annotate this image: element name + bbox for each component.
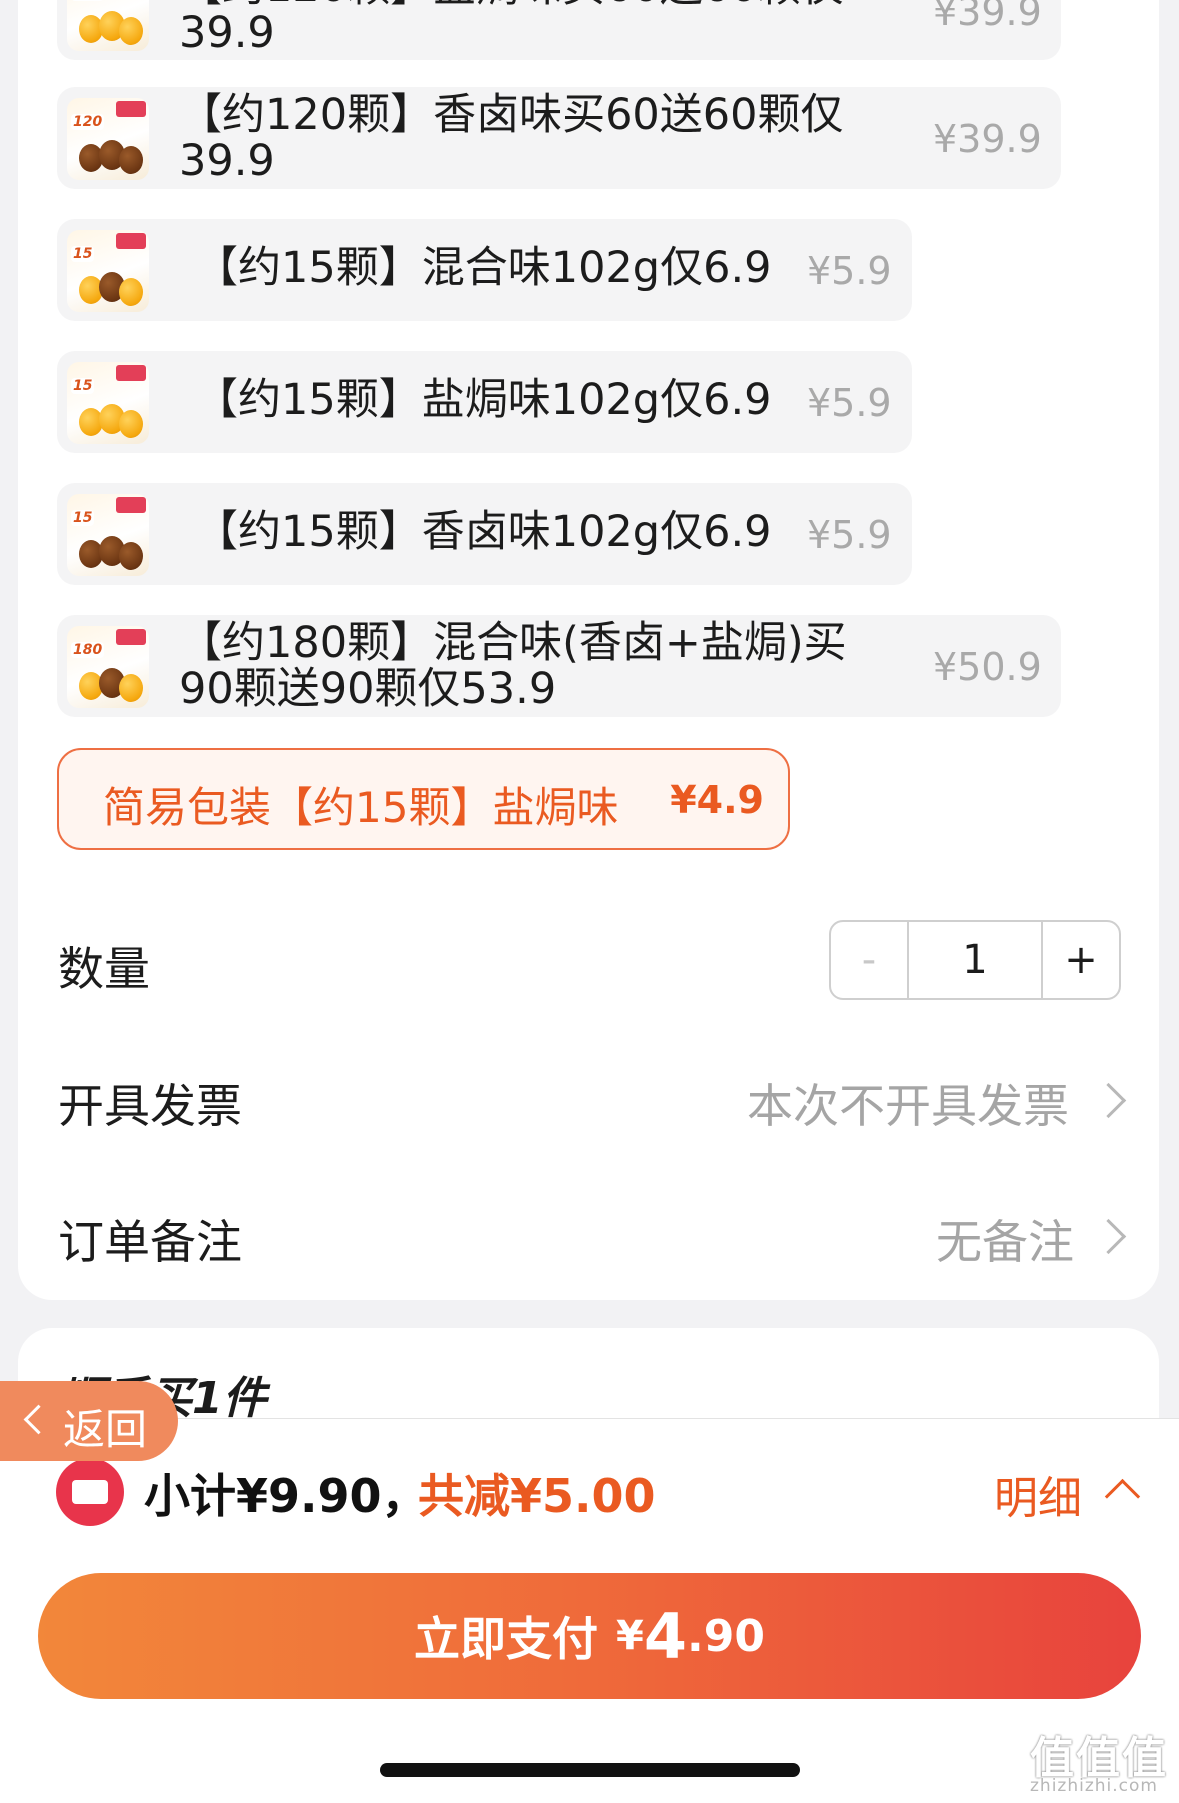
thumbnail-count-badge: 180 — [71, 642, 105, 658]
sku-price: ¥5.9 — [807, 249, 892, 293]
invoice-value: 本次不开具发票 — [747, 1079, 1069, 1133]
thumbnail-count-badge: 15 — [71, 246, 95, 262]
product-thumbnail: 120 — [67, 0, 149, 51]
sku-label-line1: 【约15颗】混合味102g仅6.9 — [195, 243, 772, 293]
selected-sku-price: ¥4.9 — [670, 778, 764, 822]
sku-option[interactable]: 120 【约120颗】盐焗味买60送60颗仅 39.9 ¥39.9 — [57, 0, 1061, 60]
sku-label-line2: 39.9 — [179, 136, 275, 186]
remark-value: 无备注 — [936, 1215, 1074, 1269]
sku-option-selected[interactable]: 简易包装【约15颗】盐焗味 ¥4.9 — [57, 748, 790, 850]
sku-price: ¥39.9 — [933, 117, 1042, 161]
coupon-ticket-icon — [56, 1458, 124, 1526]
discount-text: 共减¥5.00 — [418, 1469, 656, 1523]
sku-option[interactable]: 15 【约15颗】盐焗味102g仅6.9 ¥5.9 — [57, 351, 912, 453]
invoice-label: 开具发票 — [58, 1079, 242, 1133]
sku-label-line1: 【约15颗】盐焗味102g仅6.9 — [195, 375, 772, 425]
pay-now-button[interactable]: 立即支付 ¥ 4 .90 — [38, 1573, 1141, 1699]
pay-amount-integer: 4 — [643, 1599, 688, 1673]
sku-price: ¥5.9 — [807, 381, 892, 425]
sku-option[interactable]: 120 【约120颗】香卤味买60送60颗仅 39.9 ¥39.9 — [57, 87, 1061, 189]
thumbnail-count-badge: 15 — [71, 378, 95, 394]
quantity-stepper[interactable]: - 1 + — [829, 920, 1121, 1000]
quantity-increment-button[interactable]: + — [1041, 922, 1119, 998]
home-indicator — [380, 1763, 800, 1777]
sku-price: ¥50.9 — [933, 645, 1042, 689]
watermark-site: zhizhizhi.com — [1030, 1776, 1158, 1796]
product-thumbnail: 180 — [67, 626, 149, 708]
pay-amount-decimal: .90 — [687, 1610, 765, 1662]
sku-label-line1: 【约120颗】香卤味买60送60颗仅 — [179, 90, 844, 140]
sku-option[interactable]: 15 【约15颗】混合味102g仅6.9 ¥5.9 — [57, 219, 912, 321]
product-thumbnail: 15 — [67, 494, 149, 576]
sku-label-line1: 【约120颗】盐焗味买60送60颗仅 — [179, 0, 844, 10]
back-button-label: 返回 — [63, 1405, 148, 1454]
thumbnail-count-badge: 120 — [71, 0, 105, 1]
quantity-value[interactable]: 1 — [909, 922, 1041, 998]
sku-label-line1: 【约15颗】香卤味102g仅6.9 — [195, 507, 772, 557]
quantity-label: 数量 — [58, 942, 150, 996]
subtotal-text: 小计¥9.90， — [144, 1469, 428, 1523]
product-thumbnail: 15 — [67, 362, 149, 444]
sku-label-line2: 90颗送90颗仅53.9 — [179, 664, 557, 714]
sku-option[interactable]: 180 【约180颗】混合味(香卤+盐焗)买 90颗送90颗仅53.9 ¥50.… — [57, 615, 1061, 717]
selected-sku-label: 简易包装【约15颗】盐焗味 — [103, 783, 619, 832]
product-thumbnail: 120 — [67, 98, 149, 180]
quantity-decrement-button[interactable]: - — [831, 922, 909, 998]
sku-option[interactable]: 15 【约15颗】香卤味102g仅6.9 ¥5.9 — [57, 483, 912, 585]
pay-button-label: 立即支付 — [414, 1612, 599, 1666]
chevron-left-icon — [23, 1404, 54, 1435]
sku-label-line1: 【约180颗】混合味(香卤+盐焗)买 — [179, 618, 847, 668]
remark-label: 订单备注 — [58, 1215, 242, 1269]
site-watermark: 值 值 值 zhizhizhi.com — [1030, 1733, 1166, 1796]
sku-price: ¥5.9 — [807, 513, 892, 557]
sku-price: ¥39.9 — [933, 0, 1042, 34]
product-thumbnail: 15 — [67, 230, 149, 312]
back-button[interactable]: 返回 — [0, 1381, 178, 1461]
thumbnail-count-badge: 120 — [71, 114, 105, 130]
pay-currency: ¥ — [616, 1613, 644, 1659]
detail-label: 明细 — [994, 1473, 1082, 1524]
thumbnail-count-badge: 15 — [71, 510, 95, 526]
sku-label-line2: 39.9 — [179, 8, 275, 58]
